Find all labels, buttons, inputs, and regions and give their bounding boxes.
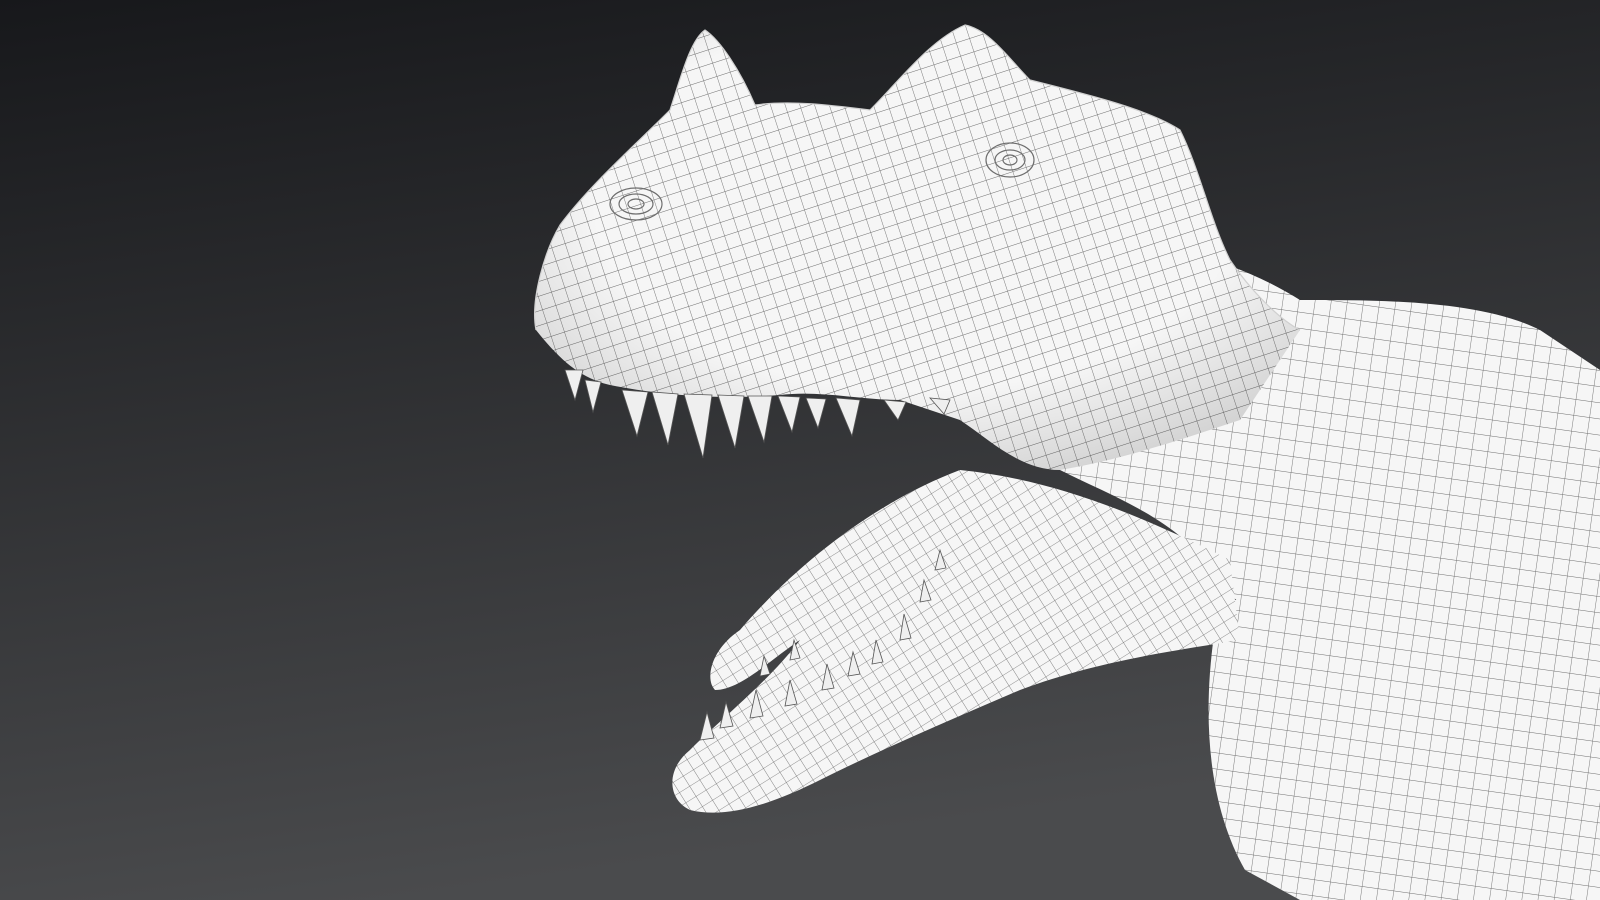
render-viewport xyxy=(0,0,1600,900)
dinosaur-render xyxy=(0,0,1600,900)
